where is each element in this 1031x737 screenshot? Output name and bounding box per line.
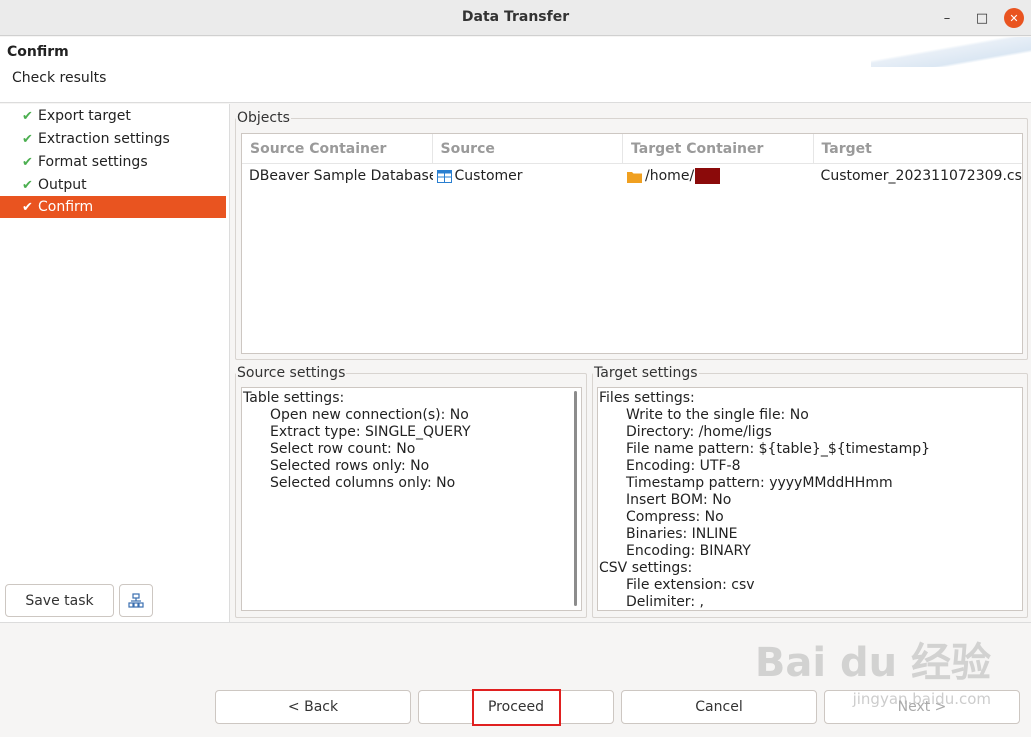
save-task-button[interactable]: Save task	[5, 584, 114, 617]
settings-line: Selected columns only: No	[270, 475, 456, 491]
column-header-source-container[interactable]: Source Container	[242, 134, 433, 164]
settings-line: Open new connection(s): No	[270, 407, 469, 423]
check-icon: ✔	[22, 131, 33, 147]
objects-table[interactable]: Source Container Source Target Container…	[241, 133, 1023, 354]
proceed-button[interactable]: Proceed	[471, 688, 561, 726]
nav-item-label: Export target	[38, 108, 131, 124]
nav-item-label: Format settings	[38, 154, 148, 170]
redacted-block	[695, 168, 721, 184]
nav-item-label: Confirm	[38, 199, 94, 215]
source-settings-text[interactable]: Table settings: Open new connection(s): …	[241, 387, 582, 611]
nav-item-confirm[interactable]: ✔ Confirm	[0, 196, 226, 218]
back-button[interactable]: < Back	[215, 690, 411, 724]
column-header-target-container[interactable]: Target Container	[623, 134, 814, 164]
proceed-button-frame[interactable]: Proceed	[418, 688, 614, 726]
source-settings-legend: Source settings	[237, 365, 346, 381]
settings-line: Delimiter: ,	[626, 594, 704, 610]
column-header-target[interactable]: Target	[814, 134, 1022, 164]
settings-line: Encoding: UTF-8	[626, 458, 741, 474]
target-cell: CSV Customer_202311072309.csv	[814, 164, 1022, 188]
check-icon: ✔	[22, 177, 33, 193]
confirm-content: Objects Source Container Source Target C…	[231, 104, 1031, 622]
hierarchy-icon	[128, 592, 144, 608]
page-header: Confirm Check results	[0, 37, 1031, 103]
close-icon[interactable]: ✕	[1004, 8, 1024, 28]
page-title: Confirm	[7, 44, 69, 60]
settings-line: File extension: csv	[626, 577, 755, 593]
nav-item-export-target[interactable]: ✔ Export target	[0, 105, 226, 127]
nav-item-output[interactable]: ✔ Output	[0, 174, 226, 196]
source-container-text: DBeaver Sample Database	[249, 168, 433, 184]
next-button[interactable]: Next >	[824, 690, 1020, 724]
target-container-text: /home/	[645, 168, 695, 184]
objects-table-header: Source Container Source Target Container…	[242, 134, 1022, 164]
check-icon: ✔	[22, 199, 33, 215]
source-text: Customer	[454, 168, 523, 184]
settings-line: Binaries: INLINE	[626, 526, 738, 542]
settings-line: CSV settings:	[599, 560, 693, 576]
settings-line: Table settings:	[243, 390, 345, 406]
target-settings-text[interactable]: Files settings: Write to the single file…	[597, 387, 1023, 611]
window-title: Data Transfer	[461, 9, 570, 25]
check-icon: ✔	[22, 108, 33, 124]
source-container-cell: DBeaver Sample Database	[242, 164, 433, 188]
header-decoration	[871, 37, 1031, 67]
settings-line: Insert BOM: No	[626, 492, 732, 508]
settings-line: File name pattern: ${table}_${timestamp}	[626, 441, 931, 457]
source-cell: Customer	[433, 164, 624, 188]
page-subtitle: Check results	[12, 70, 107, 86]
table-icon	[436, 169, 452, 183]
minimize-icon[interactable]: –	[937, 8, 957, 28]
settings-line: Directory: /home/ligs	[626, 424, 772, 440]
settings-line: Timestamp pattern: yyyyMMddHHmm	[626, 475, 893, 491]
target-container-cell: /home/	[623, 164, 814, 188]
folder-icon	[627, 171, 643, 183]
table-row[interactable]: DBeaver Sample Database Customer /home/ …	[242, 164, 1022, 188]
window-titlebar: Data Transfer – □ ✕	[0, 0, 1031, 36]
settings-line: Write to the single file: No	[626, 407, 809, 423]
task-config-button[interactable]	[119, 584, 153, 617]
nav-item-label: Output	[38, 177, 87, 193]
scrollbar[interactable]	[574, 391, 577, 606]
settings-line: Encoding: BINARY	[626, 543, 751, 559]
maximize-icon[interactable]: □	[972, 8, 992, 28]
settings-line: Selected rows only: No	[270, 458, 430, 474]
column-header-source[interactable]: Source	[433, 134, 624, 164]
check-icon: ✔	[22, 154, 33, 170]
nav-item-label: Extraction settings	[38, 131, 170, 147]
cancel-button[interactable]: Cancel	[621, 690, 817, 724]
target-text: Customer_202311072309.csv	[820, 168, 1023, 184]
objects-legend: Objects	[237, 110, 290, 126]
settings-line: Files settings:	[599, 390, 695, 406]
settings-line: Compress: No	[626, 509, 724, 525]
nav-item-extraction-settings[interactable]: ✔ Extraction settings	[0, 128, 226, 150]
settings-line: Select row count: No	[270, 441, 416, 457]
wizard-footer: < Back Proceed Cancel Next >	[0, 622, 1031, 737]
target-settings-legend: Target settings	[594, 365, 698, 381]
nav-item-format-settings[interactable]: ✔ Format settings	[0, 151, 226, 173]
settings-line: Extract type: SINGLE_QUERY	[270, 424, 471, 440]
wizard-steps-panel: ✔ Export target ✔ Extraction settings ✔ …	[0, 104, 230, 622]
